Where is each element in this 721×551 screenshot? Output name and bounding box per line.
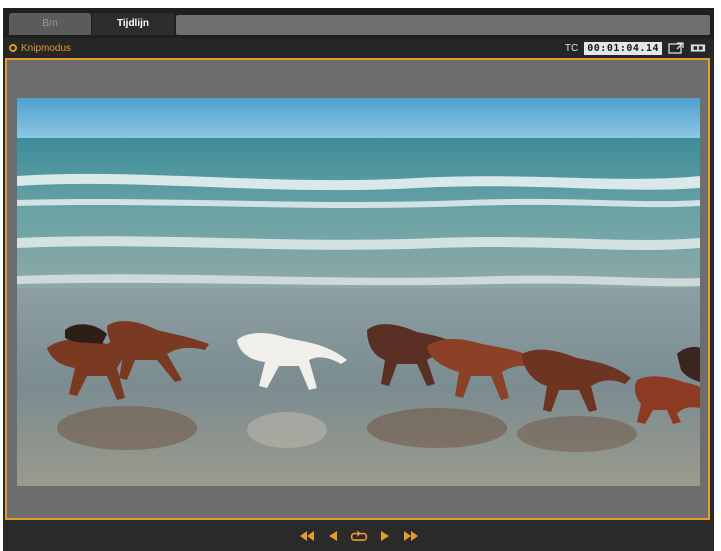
- detach-window-icon[interactable]: [668, 42, 684, 54]
- loop-icon[interactable]: [350, 528, 368, 544]
- step-back-icon[interactable]: [324, 528, 342, 544]
- preview-window: Brn Tijdlijn Knipmodus TC 00:01:04.14: [3, 8, 714, 551]
- timecode-group: TC 00:01:04.14: [565, 41, 706, 55]
- aspect-ratio-icon[interactable]: [690, 42, 706, 54]
- video-frame: [17, 98, 700, 486]
- tab-source[interactable]: Brn: [9, 13, 91, 35]
- video-preview-panel[interactable]: [5, 58, 710, 520]
- mode-indicator[interactable]: Knipmodus: [9, 41, 71, 55]
- tab-strip-filler: [176, 15, 710, 35]
- tab-timeline[interactable]: Tijdlijn: [92, 13, 174, 35]
- tab-strip: Brn Tijdlijn: [3, 8, 714, 38]
- mode-label: Knipmodus: [21, 42, 72, 54]
- preview-toolbar: Knipmodus TC 00:01:04.14: [3, 38, 714, 58]
- timecode-label: TC: [564, 42, 579, 54]
- skip-to-end-icon[interactable]: [402, 528, 420, 544]
- skip-to-start-icon[interactable]: [298, 528, 316, 544]
- timecode-display[interactable]: 00:01:04.14: [584, 41, 662, 55]
- circle-mode-icon: [9, 44, 17, 52]
- play-icon[interactable]: [376, 528, 394, 544]
- transport-controls: [3, 520, 714, 551]
